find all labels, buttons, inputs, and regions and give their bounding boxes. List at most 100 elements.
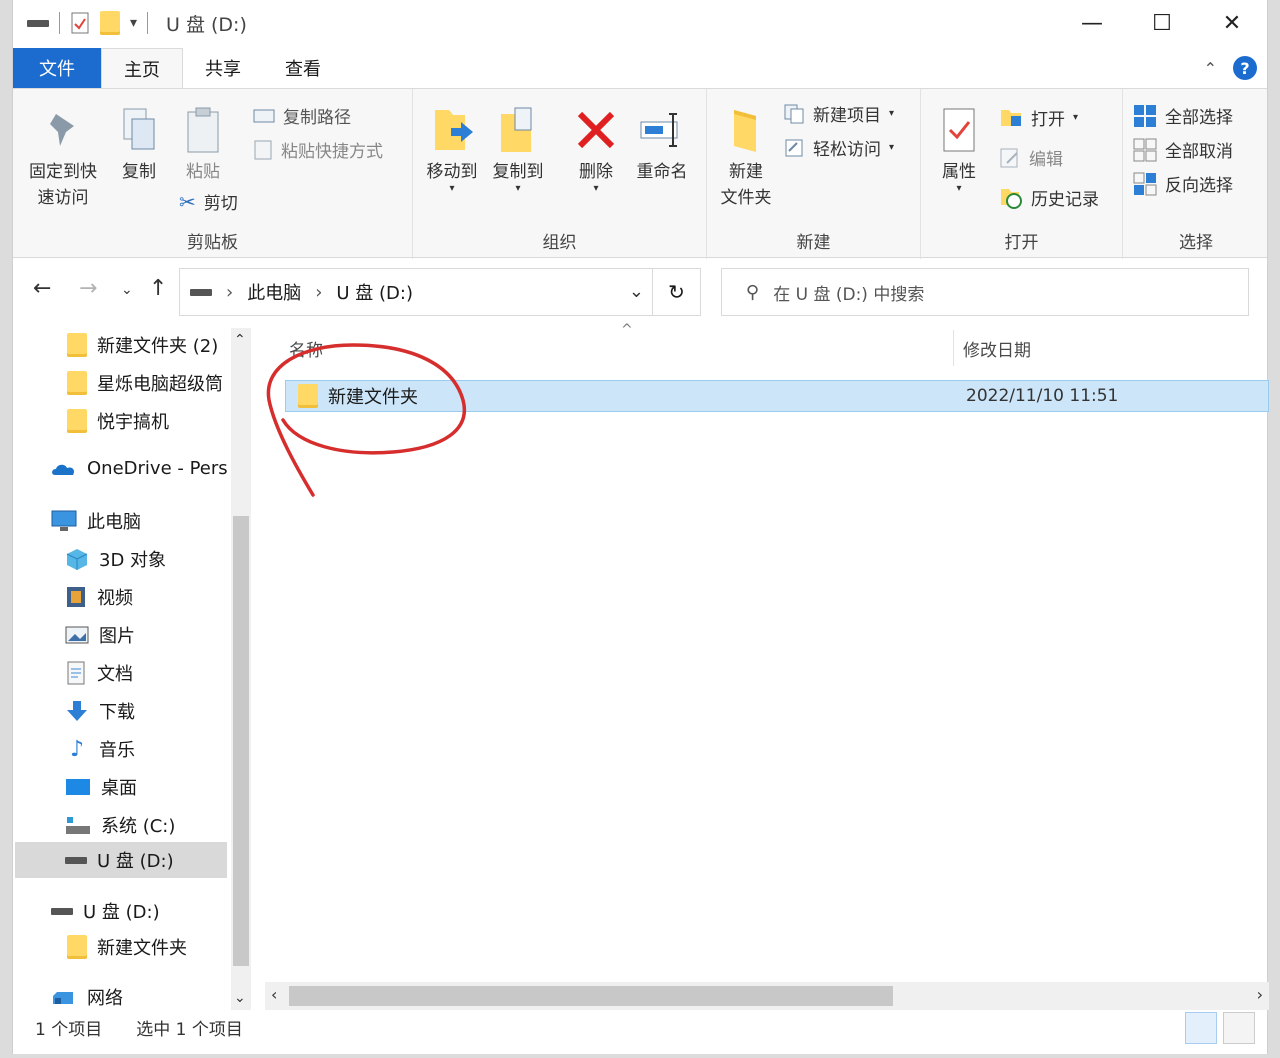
address-dropdown-icon[interactable]: ⌄ (629, 281, 644, 302)
pin-quick-access-button[interactable]: 固定到快 速访问 (21, 101, 105, 211)
navigation-bar: ← → ⌄ ↑ › 此电脑 › U 盘 (D:) ⌄ ↻ ⚲ 在 U 盘 (D:… (13, 266, 1267, 316)
music-icon: ♪ (69, 736, 85, 762)
file-list-horizontal-scrollbar[interactable]: ‹ › (265, 982, 1269, 1010)
search-placeholder: 在 U 盘 (D:) 中搜索 (773, 284, 925, 305)
nav-item-label: 桌面 (101, 778, 137, 799)
new-folder-icon (734, 110, 756, 152)
nav-item-pictures[interactable]: 图片 (65, 622, 135, 648)
collapse-ribbon-icon[interactable]: ⌃ (1204, 59, 1217, 78)
dropdown-arrow-icon: ▾ (956, 183, 962, 194)
nav-item-label: 悦宇搞机 (97, 412, 169, 433)
refresh-icon: ↻ (668, 280, 685, 304)
properties-button[interactable]: 属性 ▾ (927, 101, 991, 194)
nav-item-usb-d-selected[interactable]: U 盘 (D:) (15, 842, 227, 878)
properties-icon (943, 108, 975, 152)
tab-home[interactable]: 主页 (101, 48, 183, 88)
rename-button[interactable]: 重命名 (631, 101, 693, 185)
easy-access-button[interactable]: 轻松访问 ▾ (783, 135, 894, 160)
tab-file[interactable]: 文件 (13, 48, 101, 88)
nav-item-music[interactable]: ♪ 音乐 (65, 736, 135, 762)
selected-count: 选中 1 个项目 (136, 1019, 243, 1040)
copy-to-button[interactable]: 复制到 ▾ (487, 101, 549, 194)
column-header-name[interactable]: 名称 (289, 336, 323, 361)
open-button[interactable]: 打开 ▾ (999, 105, 1078, 130)
address-bar[interactable]: › 此电脑 › U 盘 (D:) ⌄ ↻ (179, 268, 701, 316)
move-to-button[interactable]: 移动到 ▾ (421, 101, 483, 194)
new-item-icon (784, 104, 804, 123)
horizontal-scroll-thumb[interactable] (289, 986, 893, 1006)
back-icon[interactable]: ← (33, 276, 51, 301)
search-box[interactable]: ⚲ 在 U 盘 (D:) 中搜索 (721, 268, 1249, 316)
pin-icon (50, 114, 74, 146)
column-divider[interactable] (953, 330, 954, 366)
nav-item-new-folder-2[interactable]: 新建文件夹 (2) (67, 332, 218, 358)
nav-item-videos[interactable]: 视频 (65, 584, 133, 610)
breadcrumb-chevron-icon[interactable]: › (315, 282, 322, 303)
forward-icon[interactable]: → (79, 276, 97, 301)
new-folder-quick-icon[interactable] (100, 11, 120, 35)
select-none-button[interactable]: 全部取消 (1133, 137, 1233, 162)
nav-item-this-pc[interactable]: 此电脑 (51, 508, 141, 534)
nav-item-documents[interactable]: 文档 (65, 660, 133, 686)
recent-locations-icon[interactable]: ⌄ (121, 282, 133, 298)
properties-quick-icon[interactable] (70, 11, 90, 35)
large-icons-view-button[interactable] (1223, 1012, 1255, 1044)
sort-arrow-icon: ^ (621, 322, 633, 338)
invert-selection-button[interactable]: 反向选择 (1133, 171, 1233, 196)
edit-button[interactable]: 编辑 (999, 145, 1063, 170)
breadcrumb-this-pc[interactable]: 此电脑 (247, 279, 301, 305)
video-icon (67, 587, 85, 607)
edit-icon (1000, 148, 1018, 167)
scroll-left-icon[interactable]: ‹ (271, 985, 277, 1004)
select-all-icon (1134, 104, 1156, 127)
search-icon: ⚲ (746, 281, 760, 303)
tab-view[interactable]: 查看 (263, 48, 343, 88)
copy-path-button[interactable]: 复制路径 (253, 103, 351, 128)
refresh-button[interactable]: ↻ (652, 269, 700, 315)
close-button[interactable]: ✕ (1197, 0, 1267, 46)
scroll-right-icon[interactable]: › (1257, 985, 1263, 1004)
history-button[interactable]: 历史记录 (999, 185, 1099, 210)
scroll-down-icon[interactable]: ⌄ (234, 990, 246, 1006)
nav-pane-scrollbar[interactable]: ⌃ ⌄ (231, 328, 251, 1010)
select-all-button[interactable]: 全部选择 (1133, 103, 1233, 128)
new-item-button[interactable]: 新建项目 ▾ (783, 101, 894, 126)
copy-button[interactable]: 复制 (109, 101, 169, 185)
history-icon (1001, 188, 1022, 209)
easy-access-label: 轻松访问 (813, 140, 881, 160)
breadcrumb-chevron-icon[interactable]: › (226, 282, 233, 303)
select-none-icon (1133, 138, 1157, 161)
window-controls: — ☐ ✕ (1057, 0, 1267, 46)
copy-path-icon (253, 109, 275, 122)
nav-item-new-folder[interactable]: 新建文件夹 (67, 934, 187, 960)
customize-quick-access-icon[interactable]: ▾ (130, 15, 137, 31)
details-view-button[interactable] (1185, 1012, 1217, 1044)
maximize-button[interactable]: ☐ (1127, 0, 1197, 46)
scroll-up-icon[interactable]: ⌃ (234, 332, 246, 348)
nav-item-xingshuo[interactable]: 星烁电脑超级筒 (67, 370, 223, 396)
breadcrumb-usb-drive[interactable]: U 盘 (D:) (336, 279, 413, 305)
nav-item-3d-objects[interactable]: 3D 对象 (65, 546, 166, 572)
paste-shortcut-button[interactable]: 粘贴快捷方式 (253, 137, 383, 162)
tab-share[interactable]: 共享 (183, 48, 263, 88)
help-icon[interactable]: ? (1233, 56, 1257, 80)
minimize-button[interactable]: — (1057, 0, 1127, 46)
up-icon[interactable]: ↑ (149, 276, 167, 301)
nav-item-system-c[interactable]: 系统 (C:) (65, 812, 175, 838)
nav-pane-scroll-thumb[interactable] (233, 516, 249, 966)
nav-item-usb-d[interactable]: U 盘 (D:) (51, 898, 160, 924)
new-folder-button[interactable]: 新建 文件夹 (711, 101, 781, 211)
file-row[interactable]: 新建文件夹 2022/11/10 11:51 (285, 380, 1269, 412)
nav-item-label: U 盘 (D:) (83, 902, 160, 923)
nav-item-onedrive[interactable]: OneDrive - Pers (51, 458, 228, 479)
nav-item-desktop[interactable]: 桌面 (65, 774, 137, 800)
paste-button[interactable]: 粘贴 (175, 101, 231, 185)
nav-item-downloads[interactable]: 下载 (65, 698, 135, 724)
folder-icon (298, 384, 318, 408)
ribbon: 固定到快 速访问 复制 粘贴 复制路径 粘贴快捷方式 ✂ 剪切 剪贴板 移动到 … (13, 88, 1267, 259)
nav-item-yueyu[interactable]: 悦宇搞机 (67, 408, 169, 434)
delete-button[interactable]: 删除 ▾ (565, 101, 627, 194)
nav-item-network[interactable]: 网络 (51, 984, 123, 1010)
cut-button[interactable]: ✂ 剪切 (179, 189, 238, 215)
column-header-modified[interactable]: 修改日期 (963, 336, 1031, 361)
